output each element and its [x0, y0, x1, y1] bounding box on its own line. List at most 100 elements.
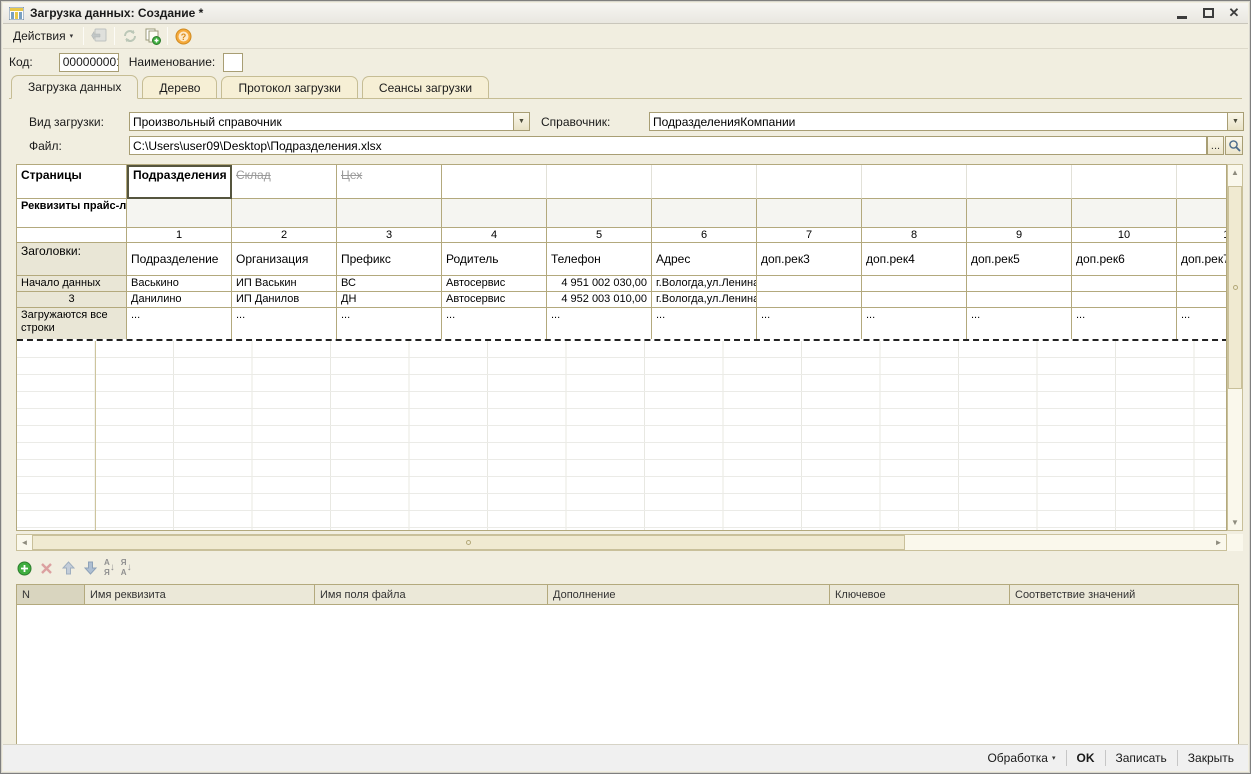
tab-tree[interactable]: Дерево — [142, 76, 217, 98]
code-input[interactable]: 000000001 — [59, 53, 119, 72]
column-header-n[interactable]: N — [17, 585, 85, 604]
add-row-icon[interactable] — [16, 560, 32, 576]
maximize-button[interactable] — [1200, 6, 1216, 20]
file-search-button[interactable] — [1225, 136, 1243, 155]
load-type-dropdown-button[interactable]: ▼ — [513, 112, 530, 131]
column-number[interactable]: 5 — [547, 228, 652, 243]
column-header-file-field[interactable]: Имя поля файла — [315, 585, 548, 604]
ok-button[interactable]: OK — [1069, 749, 1103, 767]
data-cell[interactable] — [757, 276, 862, 292]
page-cell-empty[interactable] — [442, 165, 547, 199]
column-header-value-map[interactable]: Соответствие значений — [1010, 585, 1238, 604]
header-cell[interactable]: Организация — [232, 243, 337, 276]
attribute-cell[interactable] — [1072, 199, 1177, 228]
data-cell[interactable] — [1177, 292, 1227, 308]
scroll-up-arrow[interactable]: ▲ — [1228, 165, 1242, 180]
data-cell[interactable]: ИП Данилов — [232, 292, 337, 308]
ellipsis-cell[interactable]: ... — [337, 308, 442, 339]
data-cell[interactable]: Автосервис — [442, 292, 547, 308]
header-cell[interactable]: Адрес — [652, 243, 757, 276]
column-number[interactable]: 1 — [127, 228, 232, 243]
attribute-cell[interactable] — [127, 199, 232, 228]
column-number[interactable]: 11 — [1177, 228, 1227, 243]
attribute-cell[interactable] — [547, 199, 652, 228]
scroll-left-arrow[interactable]: ◄ — [17, 535, 32, 550]
header-cell[interactable]: Подразделение — [127, 243, 232, 276]
file-path-input[interactable]: C:\Users\user09\Desktop\Подразделения.xl… — [129, 136, 1207, 155]
reread-icon[interactable] — [90, 27, 108, 45]
data-cell[interactable] — [862, 292, 967, 308]
mapping-table[interactable]: N Имя реквизита Имя поля файла Дополнени… — [16, 584, 1239, 745]
header-cell[interactable]: доп.рек7 — [1177, 243, 1227, 276]
copy-add-icon[interactable] — [143, 27, 161, 45]
page-cell-empty[interactable] — [862, 165, 967, 199]
column-number[interactable]: 4 — [442, 228, 547, 243]
data-cell[interactable] — [967, 292, 1072, 308]
move-down-icon[interactable] — [82, 560, 98, 576]
scroll-right-arrow[interactable]: ► — [1211, 535, 1226, 550]
process-menu-button[interactable]: Обработка ▾ — [979, 749, 1063, 767]
tab-data-load[interactable]: Загрузка данных — [11, 75, 138, 99]
header-cell[interactable]: доп.рек6 — [1072, 243, 1177, 276]
data-cell[interactable] — [1072, 292, 1177, 308]
data-cell[interactable] — [1177, 276, 1227, 292]
price-list-spreadsheet[interactable]: Страницы Подразделения Склад Цех Реквизи… — [16, 164, 1227, 531]
page-cell-empty[interactable] — [547, 165, 652, 199]
scroll-down-arrow[interactable]: ▼ — [1228, 515, 1242, 530]
ellipsis-cell[interactable]: ... — [862, 308, 967, 339]
help-icon[interactable]: ? — [174, 27, 192, 45]
sort-descending-icon[interactable]: ЯА ↓ — [121, 558, 132, 578]
ellipsis-cell[interactable]: ... — [1177, 308, 1227, 339]
ellipsis-cell[interactable]: ... — [127, 308, 232, 339]
header-cell[interactable]: доп.рек5 — [967, 243, 1072, 276]
column-header-addition[interactable]: Дополнение — [548, 585, 830, 604]
data-cell[interactable]: Автосервис — [442, 276, 547, 292]
ellipsis-cell[interactable]: ... — [1072, 308, 1177, 339]
horizontal-scroll-thumb[interactable] — [32, 535, 905, 550]
load-type-value[interactable]: Произвольный справочник — [129, 112, 513, 131]
column-number[interactable]: 2 — [232, 228, 337, 243]
column-number[interactable]: 10 — [1072, 228, 1177, 243]
tab-load-sessions[interactable]: Сеансы загрузки — [362, 76, 489, 98]
ellipsis-cell[interactable]: ... — [967, 308, 1072, 339]
minimize-button[interactable] — [1174, 6, 1190, 20]
close-button[interactable]: ✕ — [1226, 6, 1242, 20]
header-cell[interactable]: доп.рек3 — [757, 243, 862, 276]
page-cell-selected[interactable]: Подразделения — [127, 165, 232, 199]
column-number[interactable]: 7 — [757, 228, 862, 243]
sort-ascending-icon[interactable]: АЯ ↓ — [104, 558, 115, 578]
ellipsis-cell[interactable]: ... — [757, 308, 862, 339]
attribute-cell[interactable] — [862, 199, 967, 228]
refresh-icon[interactable] — [121, 27, 139, 45]
page-cell-empty[interactable] — [1072, 165, 1177, 199]
data-cell[interactable] — [1072, 276, 1177, 292]
header-cell[interactable]: Префикс — [337, 243, 442, 276]
column-number[interactable]: 8 — [862, 228, 967, 243]
header-cell[interactable]: доп.рек4 — [862, 243, 967, 276]
attribute-cell[interactable] — [337, 199, 442, 228]
ellipsis-cell[interactable]: ... — [652, 308, 757, 339]
catalog-dropdown-button[interactable]: ▼ — [1227, 112, 1244, 131]
scroll-track[interactable] — [905, 535, 1211, 550]
attribute-cell[interactable] — [757, 199, 862, 228]
page-cell-empty[interactable] — [967, 165, 1072, 199]
column-number[interactable]: 3 — [337, 228, 442, 243]
page-cell-empty[interactable] — [757, 165, 862, 199]
delete-row-icon[interactable] — [38, 560, 54, 576]
name-input[interactable] — [223, 53, 243, 72]
load-type-combobox[interactable]: Произвольный справочник ▼ — [129, 112, 530, 131]
mapping-table-body[interactable] — [17, 605, 1238, 744]
attribute-cell[interactable] — [1177, 199, 1227, 228]
vertical-scrollbar[interactable]: ▲ ▼ — [1227, 164, 1243, 531]
attribute-cell[interactable] — [442, 199, 547, 228]
save-button[interactable]: Записать — [1108, 749, 1175, 767]
column-number[interactable]: 9 — [967, 228, 1072, 243]
catalog-value[interactable]: ПодразделенияКомпании — [649, 112, 1227, 131]
data-cell[interactable]: Васькино — [127, 276, 232, 292]
data-cell[interactable] — [862, 276, 967, 292]
ellipsis-cell[interactable]: ... — [232, 308, 337, 339]
column-number[interactable]: 6 — [652, 228, 757, 243]
move-up-icon[interactable] — [60, 560, 76, 576]
column-header-key[interactable]: Ключевое — [830, 585, 1010, 604]
ellipsis-cell[interactable]: ... — [547, 308, 652, 339]
